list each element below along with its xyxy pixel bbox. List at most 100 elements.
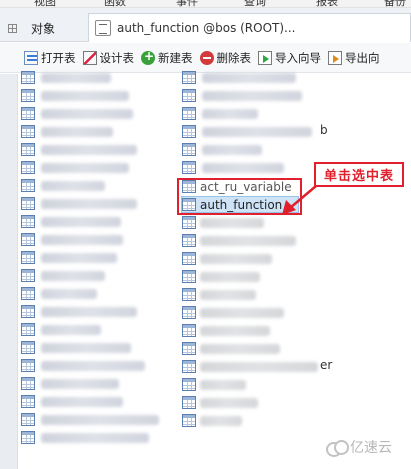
blurred-table-name [200,325,270,336]
table-row[interactable] [182,250,272,267]
blurred-table-name [200,253,272,264]
table-row[interactable] [182,123,312,140]
table-row[interactable] [21,429,149,446]
menu-item-query[interactable]: 查询 [244,0,266,7]
table-row[interactable] [21,411,159,428]
blurred-table-name [200,307,284,318]
table-row[interactable] [21,339,131,356]
menu-bar: 视图 函数 事件 查询 报表 备份 [0,0,411,8]
table-icon [21,107,35,120]
table-row[interactable] [21,177,105,194]
blurred-table-name [202,72,296,83]
table-row[interactable] [21,195,137,212]
table-row[interactable] [21,267,105,284]
table-icon [21,71,35,84]
blurred-table-name [200,397,258,408]
table-row[interactable] [182,322,270,339]
table-row[interactable] [21,285,97,302]
blurred-table-name [41,126,113,137]
export-wizard-button[interactable]: 导出向 [328,50,380,66]
blurred-table-name [41,270,105,281]
blurred-table-name [41,288,97,299]
blurred-table-name [41,378,119,389]
table-row[interactable] [182,358,318,375]
table-icon [182,270,196,283]
table-row[interactable] [182,394,258,411]
table-icon [182,89,196,102]
table-row[interactable] [21,321,101,338]
blurred-table-name [200,217,264,228]
table-icon [21,269,35,282]
table-icon [182,324,196,337]
delete-table-button[interactable]: 删除表 [199,50,252,66]
import-wizard-label: 导入向导 [275,50,321,65]
tab-query-editor[interactable]: auth_function @bos (ROOT)... [88,13,411,42]
watermark-logo-icon [326,440,349,457]
annotation-callout: 单击选中表 [314,162,404,187]
table-row[interactable] [182,87,302,104]
blurred-table-name [41,108,133,119]
table-icon [182,288,196,301]
table-icon [21,359,35,372]
table-row[interactable] [21,69,111,86]
table-row[interactable] [182,412,242,429]
table-row[interactable] [182,286,256,303]
table-row[interactable] [21,303,137,320]
table-row[interactable] [21,231,123,248]
tab-objects-label: 对象 [31,22,56,36]
blurred-table-name [41,234,123,245]
delete-table-label: 删除表 [216,50,252,65]
open-table-button[interactable]: 打开表 [24,50,76,66]
table-row[interactable] [21,213,121,230]
blurred-table-name [200,289,256,300]
table-icon [182,125,196,138]
blurred-table-name [41,432,149,443]
blurred-table-name [41,396,123,407]
table-row[interactable] [21,249,117,266]
blurred-table-name [202,90,302,101]
menu-item-function[interactable]: 函数 [104,0,126,7]
table-icon [21,143,35,156]
design-table-button[interactable]: 设计表 [82,50,135,66]
blurred-table-name [41,324,101,335]
table-icon [182,161,196,174]
table-icon [21,233,35,246]
table-row[interactable] [182,214,264,231]
table-row[interactable] [21,123,113,140]
table-row[interactable] [182,232,296,249]
design-table-label: 设计表 [99,50,135,65]
open-table-icon [24,50,38,65]
table-icon [182,306,196,319]
menu-item-view[interactable]: 视图 [34,0,56,7]
table-row[interactable] [182,340,280,357]
table-row[interactable] [182,69,296,86]
table-name-fragment: b [320,123,328,137]
menu-item-event[interactable]: 事件 [176,0,198,7]
table-row[interactable] [182,268,260,285]
table-list-area: b act_ru_variable auth_function er 单击选中表 [0,71,411,469]
table-row[interactable] [21,87,129,104]
table-row[interactable] [21,159,129,176]
new-table-button[interactable]: 新建表 [141,49,193,66]
table-row[interactable] [21,105,133,122]
menu-item-backup[interactable]: 备份 [384,0,406,7]
table-row[interactable] [182,376,246,393]
table-row[interactable] [21,357,145,374]
table-row[interactable] [21,393,123,410]
table-row[interactable] [182,159,284,176]
table-icon [182,143,196,156]
import-wizard-button[interactable]: 导入向导 [258,50,321,66]
menu-item-report[interactable]: 报表 [316,0,338,7]
table-row[interactable] [182,141,262,158]
tab-objects[interactable]: 对象 [0,15,84,42]
blurred-table-name [41,90,129,101]
table-row[interactable] [21,141,137,158]
blurred-table-name [41,162,129,173]
blurred-table-name [200,379,246,390]
table-row[interactable] [182,304,284,321]
table-icon [21,287,35,300]
table-icon [182,378,196,391]
table-row[interactable] [21,375,119,392]
table-row[interactable] [182,105,258,122]
blurred-table-name [202,162,284,173]
